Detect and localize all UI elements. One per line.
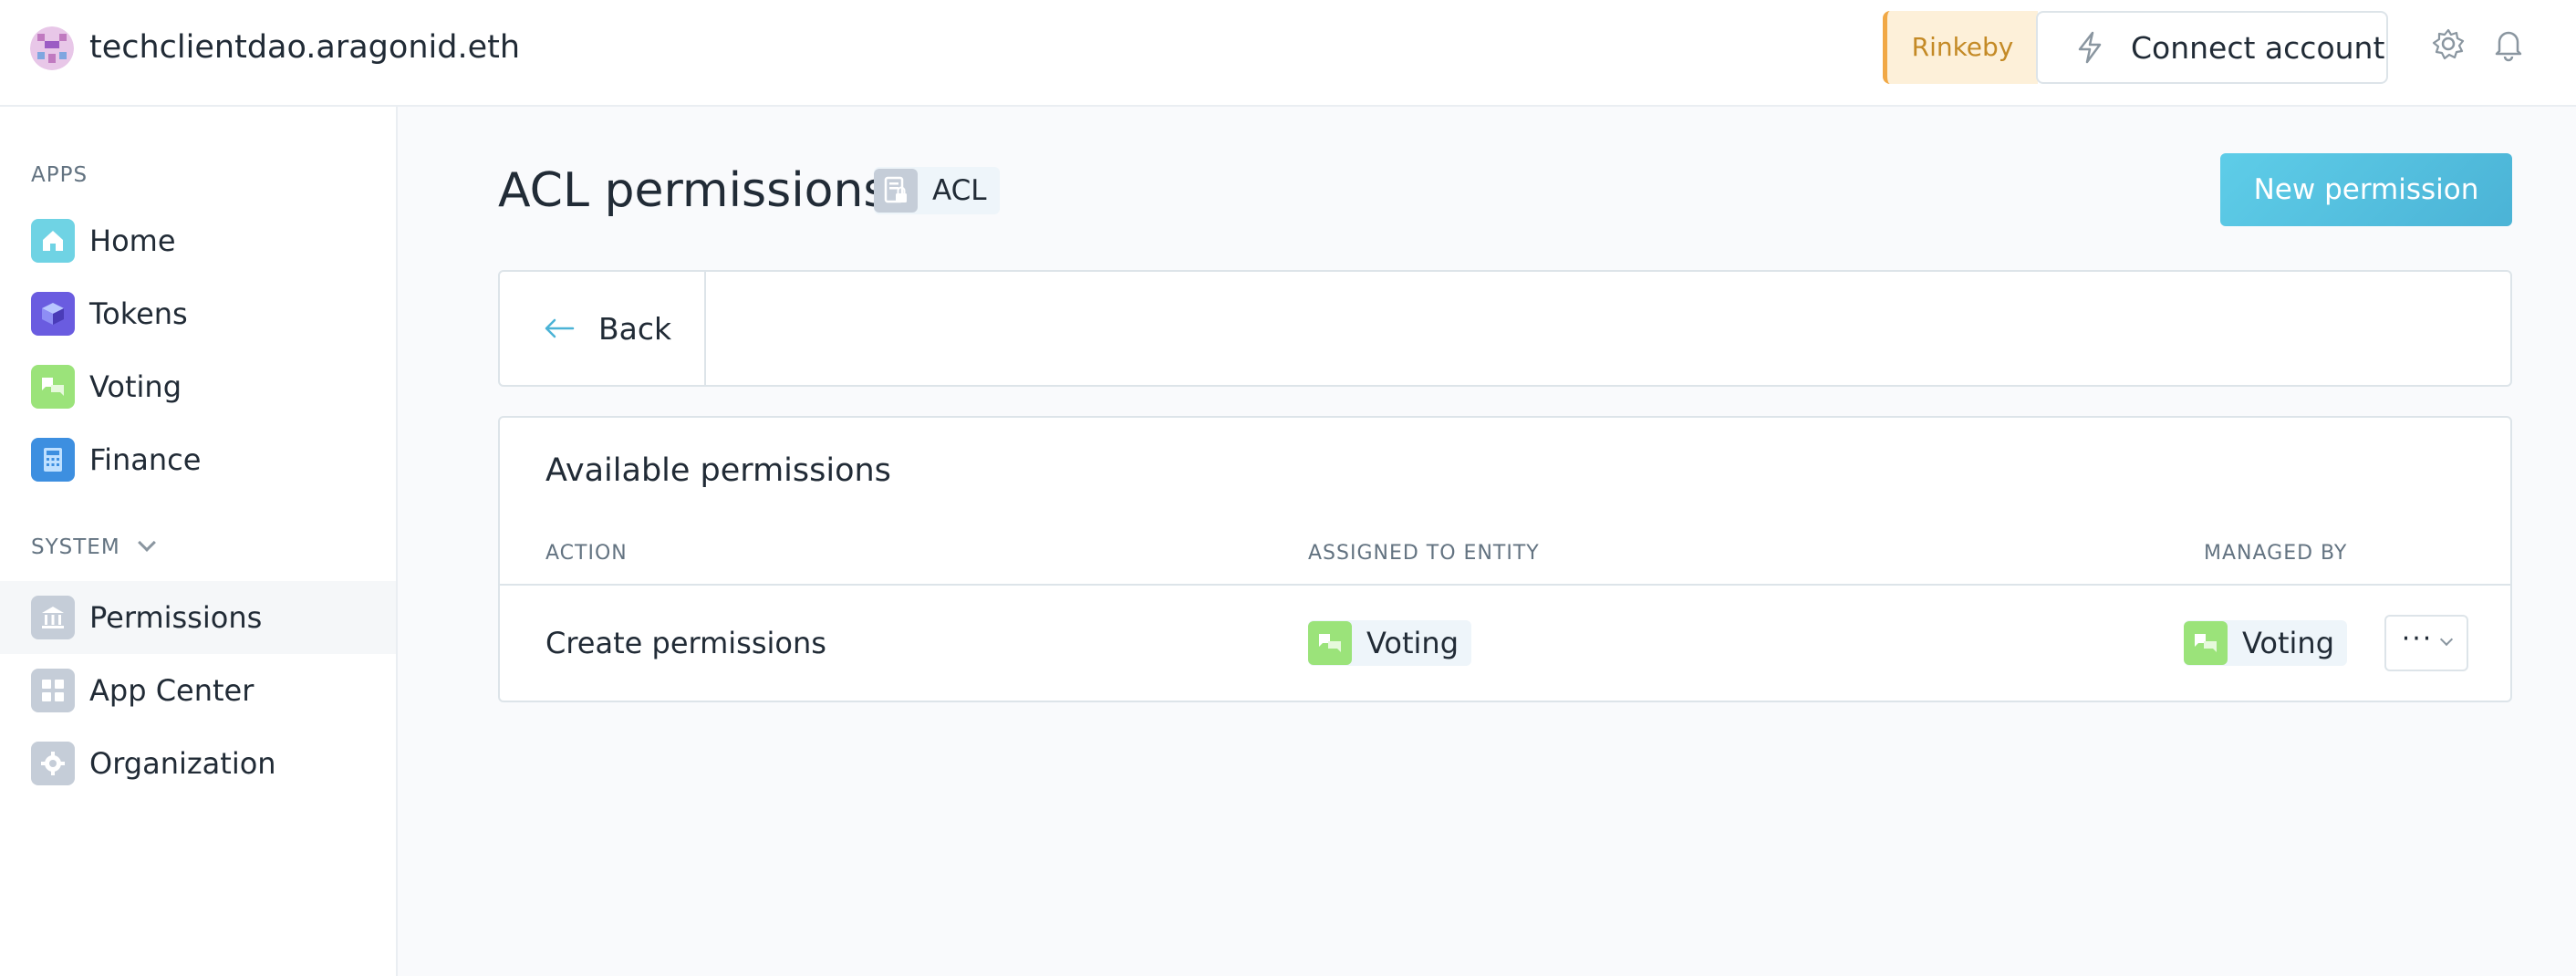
tokens-icon: [31, 292, 75, 336]
sidebar-item-label: Finance: [89, 442, 202, 477]
system-section-heading: SYSTEM: [31, 535, 120, 559]
voting-icon: [2184, 621, 2228, 665]
sidebar-item-permissions[interactable]: Permissions: [0, 581, 396, 654]
chevron-down-icon: [2440, 632, 2454, 647]
notifications-bell-icon[interactable]: [2490, 26, 2527, 62]
sidebar-item-label: Tokens: [89, 296, 188, 331]
assigned-entity-label: Voting: [1366, 626, 1459, 660]
home-icon: [31, 219, 75, 263]
more-dots-icon: ···: [2401, 623, 2434, 655]
connect-account-label: Connect account: [2131, 29, 2385, 66]
settings-gear-icon[interactable]: [2430, 26, 2467, 62]
sidebar-item-label: Permissions: [89, 600, 263, 635]
org-name[interactable]: techclientdao.aragonid.eth: [89, 26, 520, 69]
arrow-left-icon: [545, 318, 575, 338]
header-divider: [500, 584, 2510, 586]
voting-icon: [1308, 621, 1352, 665]
column-header-action: ACTION: [545, 542, 628, 565]
sidebar-item-home[interactable]: Home: [0, 204, 396, 277]
sidebar-item-finance[interactable]: Finance: [0, 423, 396, 496]
page-title: ACL permissions: [498, 163, 888, 218]
sidebar-item-label: Organization: [89, 746, 276, 781]
sidebar-item-label: Home: [89, 223, 176, 258]
permission-action: Create permissions: [545, 626, 826, 660]
finance-icon: [31, 438, 75, 482]
lightning-icon: [2078, 31, 2102, 64]
column-header-managed-by: MANAGED BY: [2204, 542, 2348, 565]
available-permissions-panel: Available permissions ACTION ASSIGNED TO…: [498, 416, 2512, 702]
managed-by-label: Voting: [2242, 626, 2335, 660]
voting-icon: [31, 365, 75, 409]
chevron-down-icon: [137, 534, 156, 552]
sidebar-item-label: App Center: [89, 673, 254, 708]
managed-by-badge[interactable]: Voting: [2184, 620, 2348, 666]
acl-app-label: ACL: [932, 174, 987, 207]
sidebar-item-label: Voting: [89, 369, 182, 404]
system-section-toggle[interactable]: SYSTEM: [31, 534, 156, 559]
organization-icon: [31, 742, 75, 785]
network-badge: Rinkeby: [1883, 11, 2038, 84]
sidebar-item-tokens[interactable]: Tokens: [0, 277, 396, 350]
acl-app-badge[interactable]: ACL: [874, 167, 1000, 214]
sidebar-item-voting[interactable]: Voting: [0, 350, 396, 423]
acl-app-icon: [874, 169, 918, 213]
row-actions-menu-button[interactable]: ···: [2384, 615, 2468, 671]
back-label: Back: [598, 310, 672, 347]
org-logo-icon[interactable]: [30, 26, 74, 70]
permissions-icon: [31, 596, 75, 639]
app-center-icon: [31, 669, 75, 712]
column-header-assigned-to: ASSIGNED TO ENTITY: [1308, 542, 1540, 565]
connect-account-button[interactable]: Connect account: [2036, 11, 2388, 84]
back-bar: Back: [498, 270, 2512, 387]
sidebar-item-organization[interactable]: Organization: [0, 727, 396, 800]
apps-section-heading: APPS: [31, 163, 88, 187]
new-permission-button[interactable]: New permission: [2220, 153, 2512, 226]
sidebar-item-app-center[interactable]: App Center: [0, 654, 396, 727]
sidebar: APPS Home Tokens Voting Finance SYSTEM P…: [0, 107, 398, 976]
assigned-entity-badge[interactable]: Voting: [1308, 620, 1472, 666]
panel-title: Available permissions: [545, 452, 891, 489]
top-bar: techclientdao.aragonid.eth Rinkeby Conne…: [0, 0, 2576, 107]
back-button[interactable]: Back: [500, 272, 706, 385]
